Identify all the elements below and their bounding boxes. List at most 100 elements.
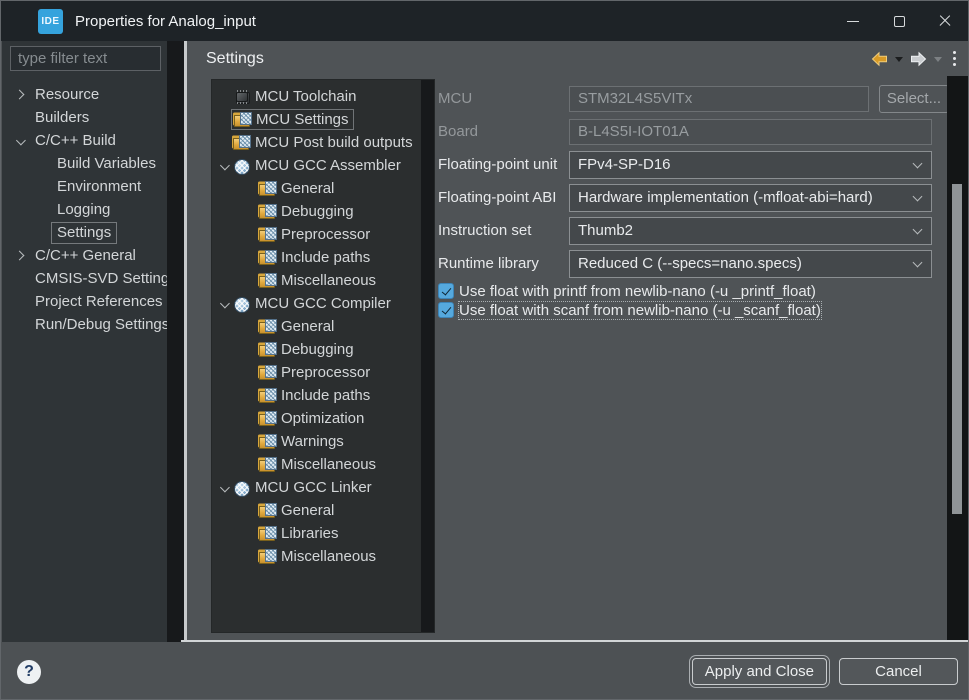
tree-item-mcu-post-build[interactable]: MCU Post build outputs [212, 131, 422, 154]
close-icon [938, 14, 952, 28]
wheel-icon [233, 296, 251, 312]
folder-icon [259, 457, 277, 473]
chevron-down-icon[interactable] [16, 136, 26, 146]
tree-item-compiler-optimization[interactable]: Optimization [212, 407, 422, 430]
tree-item-mcu-settings[interactable]: MCU Settings [212, 108, 422, 131]
back-history-dropdown-icon[interactable] [895, 57, 903, 62]
folder-icon [259, 411, 277, 427]
chevron-right-icon[interactable] [15, 90, 25, 100]
tree-item-mcu-toolchain[interactable]: MCU Toolchain [212, 85, 422, 108]
folder-icon [259, 365, 277, 381]
printf-float-label: Use float with printf from newlib-nano (… [459, 283, 816, 300]
tree-item-assembler-miscellaneous[interactable]: Miscellaneous [212, 269, 422, 292]
floating-point-unit-select[interactable]: FPv4-SP-D16 [569, 151, 932, 179]
tree-item-assembler-debugging[interactable]: Debugging [212, 200, 422, 223]
toolchain-settings-tree: MCU Toolchain MCU Settings MCU Post buil… [211, 79, 435, 633]
chevron-down-icon [913, 192, 923, 202]
filter-input[interactable] [10, 46, 161, 71]
folder-icon [234, 112, 252, 128]
folder-icon [259, 503, 277, 519]
tree-item-linker-libraries[interactable]: Libraries [212, 522, 422, 545]
question-mark-icon: ? [24, 663, 34, 681]
maximize-button[interactable] [876, 1, 922, 41]
tree-item-mcu-gcc-compiler[interactable]: MCU GCC Compiler [212, 292, 422, 315]
mcu-select-button: Select... [879, 85, 949, 113]
printf-float-row: Use float with printf from newlib-nano (… [438, 282, 816, 300]
content-scrollbar-thumb[interactable] [952, 184, 962, 514]
folder-icon [259, 549, 277, 565]
mcu-label: MCU [438, 86, 472, 112]
sidebar-item-builders[interactable]: Builders [2, 106, 167, 129]
fabi-label: Floating-point ABI [438, 184, 556, 212]
chevron-down-icon[interactable] [220, 161, 230, 171]
selected-item-box: Settings [51, 222, 117, 244]
folder-icon [233, 135, 251, 151]
wheel-icon [233, 480, 251, 496]
forward-arrow-icon[interactable] [910, 51, 927, 67]
runtime-library-select[interactable]: Reduced C (--specs=nano.specs) [569, 250, 932, 278]
tree-item-assembler-preprocessor[interactable]: Preprocessor [212, 223, 422, 246]
app-icon: IDE [38, 9, 63, 34]
instruction-set-select[interactable]: Thumb2 [569, 217, 932, 245]
selected-item-box: MCU Settings [231, 109, 354, 130]
chevron-down-icon[interactable] [220, 483, 230, 493]
back-arrow-icon[interactable] [871, 51, 888, 67]
sidebar-item-settings[interactable]: Settings [2, 221, 167, 244]
window-title: Properties for Analog_input [75, 13, 256, 30]
maximize-icon [894, 16, 905, 27]
printf-float-checkbox[interactable] [438, 283, 454, 299]
sidebar-scrollbar-track[interactable] [167, 41, 184, 642]
sidebar-item-resource[interactable]: Resource [2, 83, 167, 106]
settings-header: Settings [187, 41, 969, 76]
tree-item-linker-miscellaneous[interactable]: Miscellaneous [212, 545, 422, 568]
chevron-down-icon[interactable] [220, 299, 230, 309]
tree-scrollbar-track[interactable] [421, 80, 434, 632]
folder-icon [259, 204, 277, 220]
tree-item-compiler-warnings[interactable]: Warnings [212, 430, 422, 453]
sidebar-item-cpp-build[interactable]: C/C++ Build [2, 129, 167, 152]
tree-item-compiler-miscellaneous[interactable]: Miscellaneous [212, 453, 422, 476]
page-title: Settings [206, 50, 264, 68]
sidebar-item-cmsis-svd[interactable]: CMSIS-SVD Settings [2, 267, 167, 290]
fpu-label: Floating-point unit [438, 151, 557, 179]
help-button[interactable]: ? [17, 660, 41, 684]
scanf-float-checkbox[interactable] [438, 302, 454, 318]
tree-item-compiler-preprocessor[interactable]: Preprocessor [212, 361, 422, 384]
minimize-button[interactable] [830, 1, 876, 41]
sidebar-item-environment[interactable]: Environment [2, 175, 167, 198]
sidebar-item-build-variables[interactable]: Build Variables [2, 152, 167, 175]
floating-point-abi-select[interactable]: Hardware implementation (-mfloat-abi=har… [569, 184, 932, 212]
folder-icon [259, 434, 277, 450]
tree-item-compiler-general[interactable]: General [212, 315, 422, 338]
chevron-right-icon[interactable] [15, 251, 25, 261]
tree-item-assembler-general[interactable]: General [212, 177, 422, 200]
scanf-float-row: Use float with scanf from newlib-nano (-… [438, 301, 821, 319]
sidebar-item-run-debug[interactable]: Run/Debug Settings [2, 313, 167, 336]
sidebar-item-logging[interactable]: Logging [2, 198, 167, 221]
tree-item-assembler-include-paths[interactable]: Include paths [212, 246, 422, 269]
sidebar-item-project-references[interactable]: Project References [2, 290, 167, 313]
folder-icon [259, 342, 277, 358]
chip-icon [233, 89, 251, 105]
tree-item-mcu-gcc-assembler[interactable]: MCU GCC Assembler [212, 154, 422, 177]
folder-icon [259, 273, 277, 289]
board-field: B-L4S5I-IOT01A [569, 119, 932, 145]
settings-content: MCU Toolchain MCU Settings MCU Post buil… [187, 76, 969, 640]
tree-item-mcu-gcc-linker[interactable]: MCU GCC Linker [212, 476, 422, 499]
forward-history-dropdown-icon [934, 57, 942, 62]
cancel-button[interactable]: Cancel [839, 658, 958, 685]
chevron-down-icon [913, 159, 923, 169]
wheel-icon [233, 158, 251, 174]
tree-item-linker-general[interactable]: General [212, 499, 422, 522]
view-menu-icon[interactable] [953, 51, 956, 54]
folder-icon [259, 319, 277, 335]
folder-icon [259, 181, 277, 197]
tree-item-compiler-include-paths[interactable]: Include paths [212, 384, 422, 407]
scanf-float-label: Use float with scanf from newlib-nano (-… [459, 302, 821, 319]
content-scrollbar-track[interactable] [947, 76, 968, 640]
sidebar-item-cpp-general[interactable]: C/C++ General [2, 244, 167, 267]
apply-and-close-button[interactable]: Apply and Close [692, 658, 827, 685]
category-tree: Resource Builders C/C++ Build Build Vari… [2, 83, 167, 336]
tree-item-compiler-debugging[interactable]: Debugging [212, 338, 422, 361]
close-button[interactable] [922, 1, 968, 41]
